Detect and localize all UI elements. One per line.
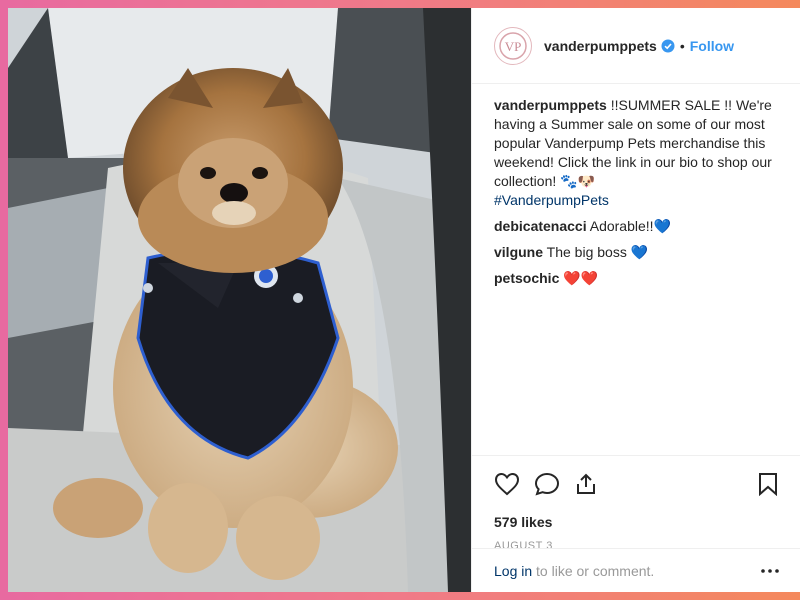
vp-logo-icon: VP bbox=[499, 31, 527, 60]
list-item: petsochic ❤️❤️ bbox=[494, 269, 778, 288]
action-icons bbox=[494, 468, 779, 500]
follow-button[interactable]: Follow bbox=[690, 38, 734, 54]
comments-list: vanderpumppets !!SUMMER SALE !! We're ha… bbox=[472, 84, 800, 288]
login-link[interactable]: Log in bbox=[494, 563, 532, 579]
comment-username[interactable]: debicatenacci bbox=[494, 218, 587, 234]
post-sidebar: VP vanderpumppets • Follow vanderpumppet… bbox=[471, 8, 800, 592]
login-bar: Log in to like or comment. bbox=[472, 548, 800, 592]
post-actions: 579 likes AUGUST 3 bbox=[472, 455, 800, 552]
comment-username[interactable]: vilgune bbox=[494, 244, 543, 260]
comment-text: The big boss 💙 bbox=[546, 244, 649, 260]
heart-icon[interactable] bbox=[494, 472, 520, 496]
share-icon[interactable] bbox=[574, 472, 598, 496]
caption: vanderpumppets !!SUMMER SALE !! We're ha… bbox=[494, 96, 778, 210]
bookmark-icon[interactable] bbox=[757, 472, 779, 496]
login-prompt-text: to like or comment. bbox=[532, 562, 655, 579]
dog-photo-illustration bbox=[8, 8, 471, 592]
avatar[interactable]: VP bbox=[494, 26, 532, 65]
more-options-icon[interactable] bbox=[761, 568, 779, 573]
likes-count[interactable]: 579 likes bbox=[494, 514, 779, 530]
comment-icon[interactable] bbox=[534, 472, 560, 496]
instagram-post: VP vanderpumppets • Follow vanderpumppet… bbox=[8, 8, 800, 592]
caption-hashtag[interactable]: #VanderpumpPets bbox=[494, 192, 609, 208]
verified-badge-icon bbox=[661, 39, 675, 53]
svg-text:VP: VP bbox=[505, 39, 522, 54]
list-item: vilgune The big boss 💙 bbox=[494, 243, 778, 262]
comment-username[interactable]: petsochic bbox=[494, 270, 559, 286]
caption-username[interactable]: vanderpumppets bbox=[494, 97, 607, 113]
list-item: debicatenacci Adorable!!💙 bbox=[494, 217, 778, 236]
post-header: VP vanderpumppets • Follow bbox=[472, 8, 800, 84]
header-username[interactable]: vanderpumppets bbox=[544, 38, 657, 54]
comment-text: ❤️❤️ bbox=[563, 270, 599, 286]
post-photo[interactable] bbox=[8, 8, 471, 592]
comment-text: Adorable!!💙 bbox=[589, 218, 671, 234]
header-separator: • bbox=[679, 37, 685, 54]
